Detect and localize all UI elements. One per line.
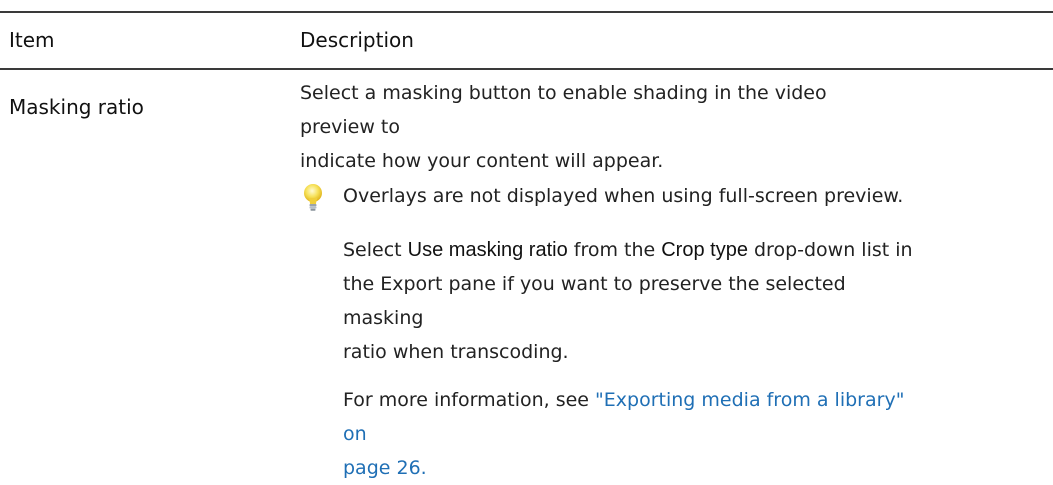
tip-text: Overlays are not displayed when using fu… <box>343 185 904 207</box>
description-intro: Select a masking button to enable shadin… <box>300 76 900 178</box>
more-info-line-2: page 26. <box>343 451 923 485</box>
crop-type-term: Crop type <box>661 239 748 261</box>
lightbulb-icon <box>304 184 322 211</box>
crop-text: Select <box>343 239 408 261</box>
header-bottom-rule <box>0 68 1053 70</box>
description-intro-line: indicate how your content will appear. <box>300 150 664 172</box>
crop-text: from the <box>567 239 662 261</box>
crop-type-instructions: Select Use masking ratio from the Crop t… <box>343 233 923 369</box>
crop-line-1: Select Use masking ratio from the Crop t… <box>343 233 923 267</box>
crop-line-2: the Export pane if you want to preserve … <box>343 273 846 329</box>
header-item: Item <box>9 28 55 52</box>
item-masking-ratio: Masking ratio <box>9 95 144 119</box>
crop-text: drop-down list in <box>747 239 913 261</box>
tip-note: Overlays are not displayed when using fu… <box>300 177 1000 217</box>
use-masking-ratio-term: Use masking ratio <box>407 239 568 261</box>
table-top-rule <box>0 11 1053 13</box>
more-information: For more information, see "Exporting med… <box>343 383 923 485</box>
crop-line-3: ratio when transcoding. <box>343 341 569 363</box>
more-info-prefix: For more information, see <box>343 389 596 411</box>
description-intro-line: Select a masking button to enable shadin… <box>300 82 827 138</box>
more-info-line-1: For more information, see "Exporting med… <box>343 383 923 451</box>
header-description: Description <box>300 28 414 52</box>
